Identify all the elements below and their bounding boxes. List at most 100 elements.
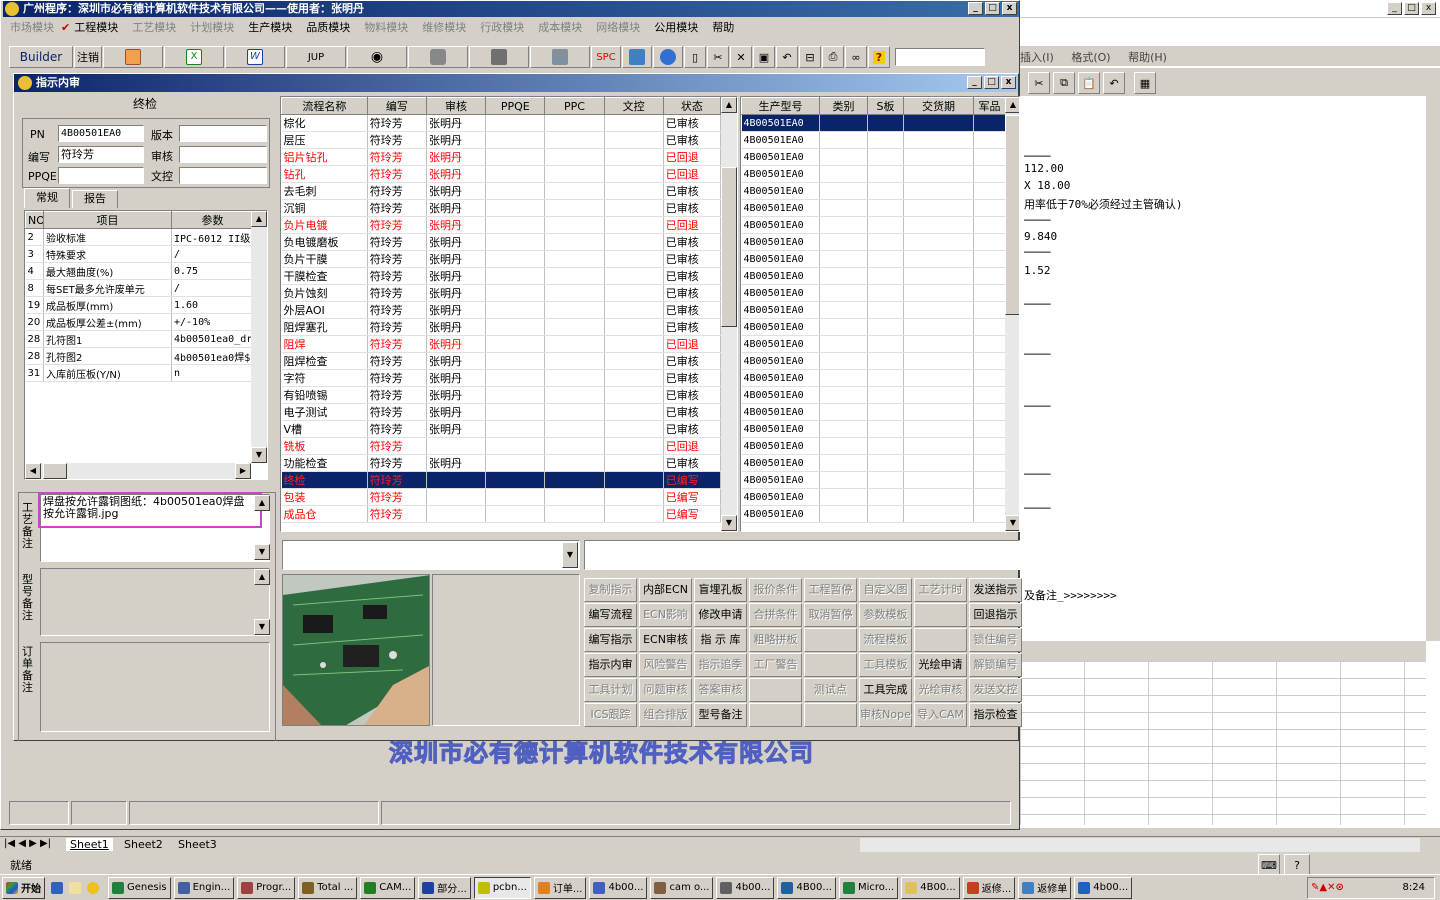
model-row[interactable]: 4B00501EA0 (741, 369, 1006, 387)
model-row[interactable]: 4B00501EA0 (741, 488, 1006, 506)
flow-row[interactable]: 负片干膜 符玲芳 张明丹 已审核 (281, 250, 722, 268)
action-button[interactable]: 光绘申请 (914, 653, 967, 677)
menu-6[interactable]: 物料模块 (357, 19, 415, 35)
model-scroll-down-icon[interactable]: ▼ (254, 619, 270, 635)
flow-row[interactable]: 干膜检查 符玲芳 张明丹 已审核 (281, 267, 722, 285)
flow-col-3[interactable]: PPQE (485, 97, 546, 115)
menu-11[interactable]: 公用模块 (647, 19, 705, 35)
model-col-1[interactable]: 类别 (819, 97, 868, 115)
model-row[interactable]: 4B00501EA0 (741, 301, 1006, 319)
action-button[interactable]: 取消暂停 (804, 603, 857, 627)
task-button[interactable]: 返修... (962, 876, 1016, 899)
order-notes-field[interactable] (40, 642, 270, 732)
action-button[interactable]: 审核Nope (859, 703, 912, 727)
task-button[interactable]: Genesis (108, 876, 171, 899)
model-col-2[interactable]: S板 (867, 97, 904, 115)
close-button[interactable]: x (1002, 2, 1017, 15)
flow-col-1[interactable]: 编写 (366, 97, 427, 115)
param-row[interactable]: 19 成品板厚(mm) 1.60 (25, 296, 254, 314)
action-button[interactable]: 指示检查 (969, 703, 1022, 727)
action-button[interactable]: 编写指示 (584, 628, 637, 652)
jup-button[interactable]: JUP (286, 46, 346, 68)
param-row[interactable]: 20 成品板厚公差±(mm) +/-10% (25, 313, 254, 331)
tab-general[interactable]: 常规 (24, 188, 70, 208)
excel-menu-format[interactable]: 格式(O) (1071, 51, 1110, 64)
menu-12[interactable]: 帮助 (705, 19, 741, 35)
action-button[interactable] (804, 653, 857, 677)
flow-row[interactable]: 包装 符玲芳 已编写 (281, 488, 722, 506)
model-row[interactable]: 4B00501EA0 (741, 148, 1006, 166)
action-button[interactable]: 指 示 库 (694, 628, 747, 652)
action-button[interactable] (749, 703, 802, 727)
params-hscroll[interactable]: ◀ ▶ (25, 463, 251, 479)
flow-row[interactable]: 层压 符玲芳 张明丹 已审核 (281, 131, 722, 149)
model-row[interactable]: 4B00501EA0 (741, 471, 1006, 489)
remark-field[interactable] (584, 540, 1020, 570)
flow-col-6[interactable]: 状态 (662, 97, 722, 115)
flow-row[interactable]: 电子测试 符玲芳 张明丹 已审核 (281, 403, 722, 421)
param-row[interactable]: 28 孔符图1 4b00501ea0_dr (25, 330, 254, 348)
sheet-tab-3[interactable]: Sheet3 (174, 838, 221, 851)
dropdown-arrow-icon[interactable]: ▼ (562, 542, 578, 568)
notes-scroll-up-icon[interactable]: ▲ (254, 495, 270, 511)
view-tool[interactable]: ◉ (347, 46, 407, 68)
menu-8[interactable]: 行政模块 (473, 19, 531, 35)
excel-menu-insert[interactable]: 插入(I) (1020, 51, 1054, 64)
spc-button[interactable]: SPC (591, 46, 621, 68)
action-button[interactable] (749, 678, 802, 702)
model-notes-field[interactable] (40, 568, 270, 636)
scroll-down-icon[interactable]: ▼ (251, 447, 267, 463)
task-button[interactable]: Progr... (237, 876, 296, 899)
task-button[interactable]: 4B00... (901, 876, 960, 899)
model-row[interactable]: 4B00501EA0 (741, 454, 1006, 472)
menu-10[interactable]: 网络模块 (589, 19, 647, 35)
model-row[interactable]: 4B00501EA0 (741, 216, 1006, 234)
scroll-thumb[interactable] (43, 463, 67, 479)
task-button[interactable]: 4b00... (589, 876, 648, 899)
new-tool[interactable]: ▯ (684, 46, 706, 68)
action-button[interactable]: 组合排版 (639, 703, 692, 727)
action-button[interactable]: 内部ECN (639, 578, 692, 602)
flow-row[interactable]: 沉铜 符玲芳 张明丹 已审核 (281, 199, 722, 217)
minimize-button[interactable]: _ (968, 2, 983, 15)
task-button[interactable]: 4b00... (1074, 876, 1133, 899)
flow-col-2[interactable]: 审核 (425, 97, 487, 115)
action-button[interactable]: 发送文控 (969, 678, 1022, 702)
action-button[interactable]: 答案审核 (694, 678, 747, 702)
task-button[interactable]: 4b00... (716, 876, 775, 899)
flow-row[interactable]: 有铅喷锡 符玲芳 张明丹 已审核 (281, 386, 722, 404)
scroll-left-icon[interactable]: ◀ (25, 463, 41, 479)
action-button[interactable]: 测试点 (804, 678, 857, 702)
flow-row[interactable]: 功能检查 符玲芳 张明丹 已审核 (281, 454, 722, 472)
model-row[interactable]: 4B00501EA0 (741, 165, 1006, 183)
model-row[interactable]: 4B00501EA0 (741, 318, 1006, 336)
flow-row[interactable]: 阻焊 符玲芳 张明丹 已回退 (281, 335, 722, 353)
database-tool[interactable] (408, 46, 468, 68)
model-row[interactable]: 4B00501EA0 (741, 352, 1006, 370)
params-vscroll[interactable]: ▲ ▼ (251, 211, 267, 463)
calendar-tool[interactable] (103, 46, 163, 68)
model-vscroll[interactable]: ▲ ▼ (1005, 97, 1019, 531)
inner-restore-button[interactable]: □ (984, 76, 999, 89)
flow-col-5[interactable]: 文控 (603, 97, 664, 115)
reviewer-field[interactable] (179, 146, 267, 163)
help-tool[interactable]: ? (868, 46, 890, 68)
flow-col-4[interactable]: PPC (544, 97, 605, 115)
param-row[interactable]: 2 验收标准 IPC-6012 II级 (25, 228, 254, 246)
action-button[interactable]: 流程模板 (859, 628, 912, 652)
task-button[interactable]: 4B00... (777, 876, 836, 899)
action-button[interactable]: 指示内审 (584, 653, 637, 677)
param-row[interactable]: 31 入库前压板(Y/N) n (25, 364, 254, 382)
printer-tool[interactable]: ⎙ (822, 46, 844, 68)
model-col-4[interactable]: 军品 (973, 97, 1006, 115)
flow-row[interactable]: 外层AOI 符玲芳 张明丹 已审核 (281, 301, 722, 319)
scroll-right-icon[interactable]: ▶ (235, 463, 251, 479)
flow-row[interactable]: 成品仓 符玲芳 已编写 (281, 505, 722, 523)
model-row[interactable]: 4B00501EA0 (741, 403, 1006, 421)
flow-select[interactable]: ▼ (282, 540, 580, 570)
model-scroll-up-icon[interactable]: ▲ (1005, 97, 1019, 113)
task-button[interactable]: 返修单 (1018, 876, 1072, 899)
paste-icon[interactable]: 📋 (1078, 72, 1100, 94)
menu-2[interactable]: 工艺模块 (125, 19, 183, 35)
builder-button[interactable]: Builder (9, 46, 73, 68)
